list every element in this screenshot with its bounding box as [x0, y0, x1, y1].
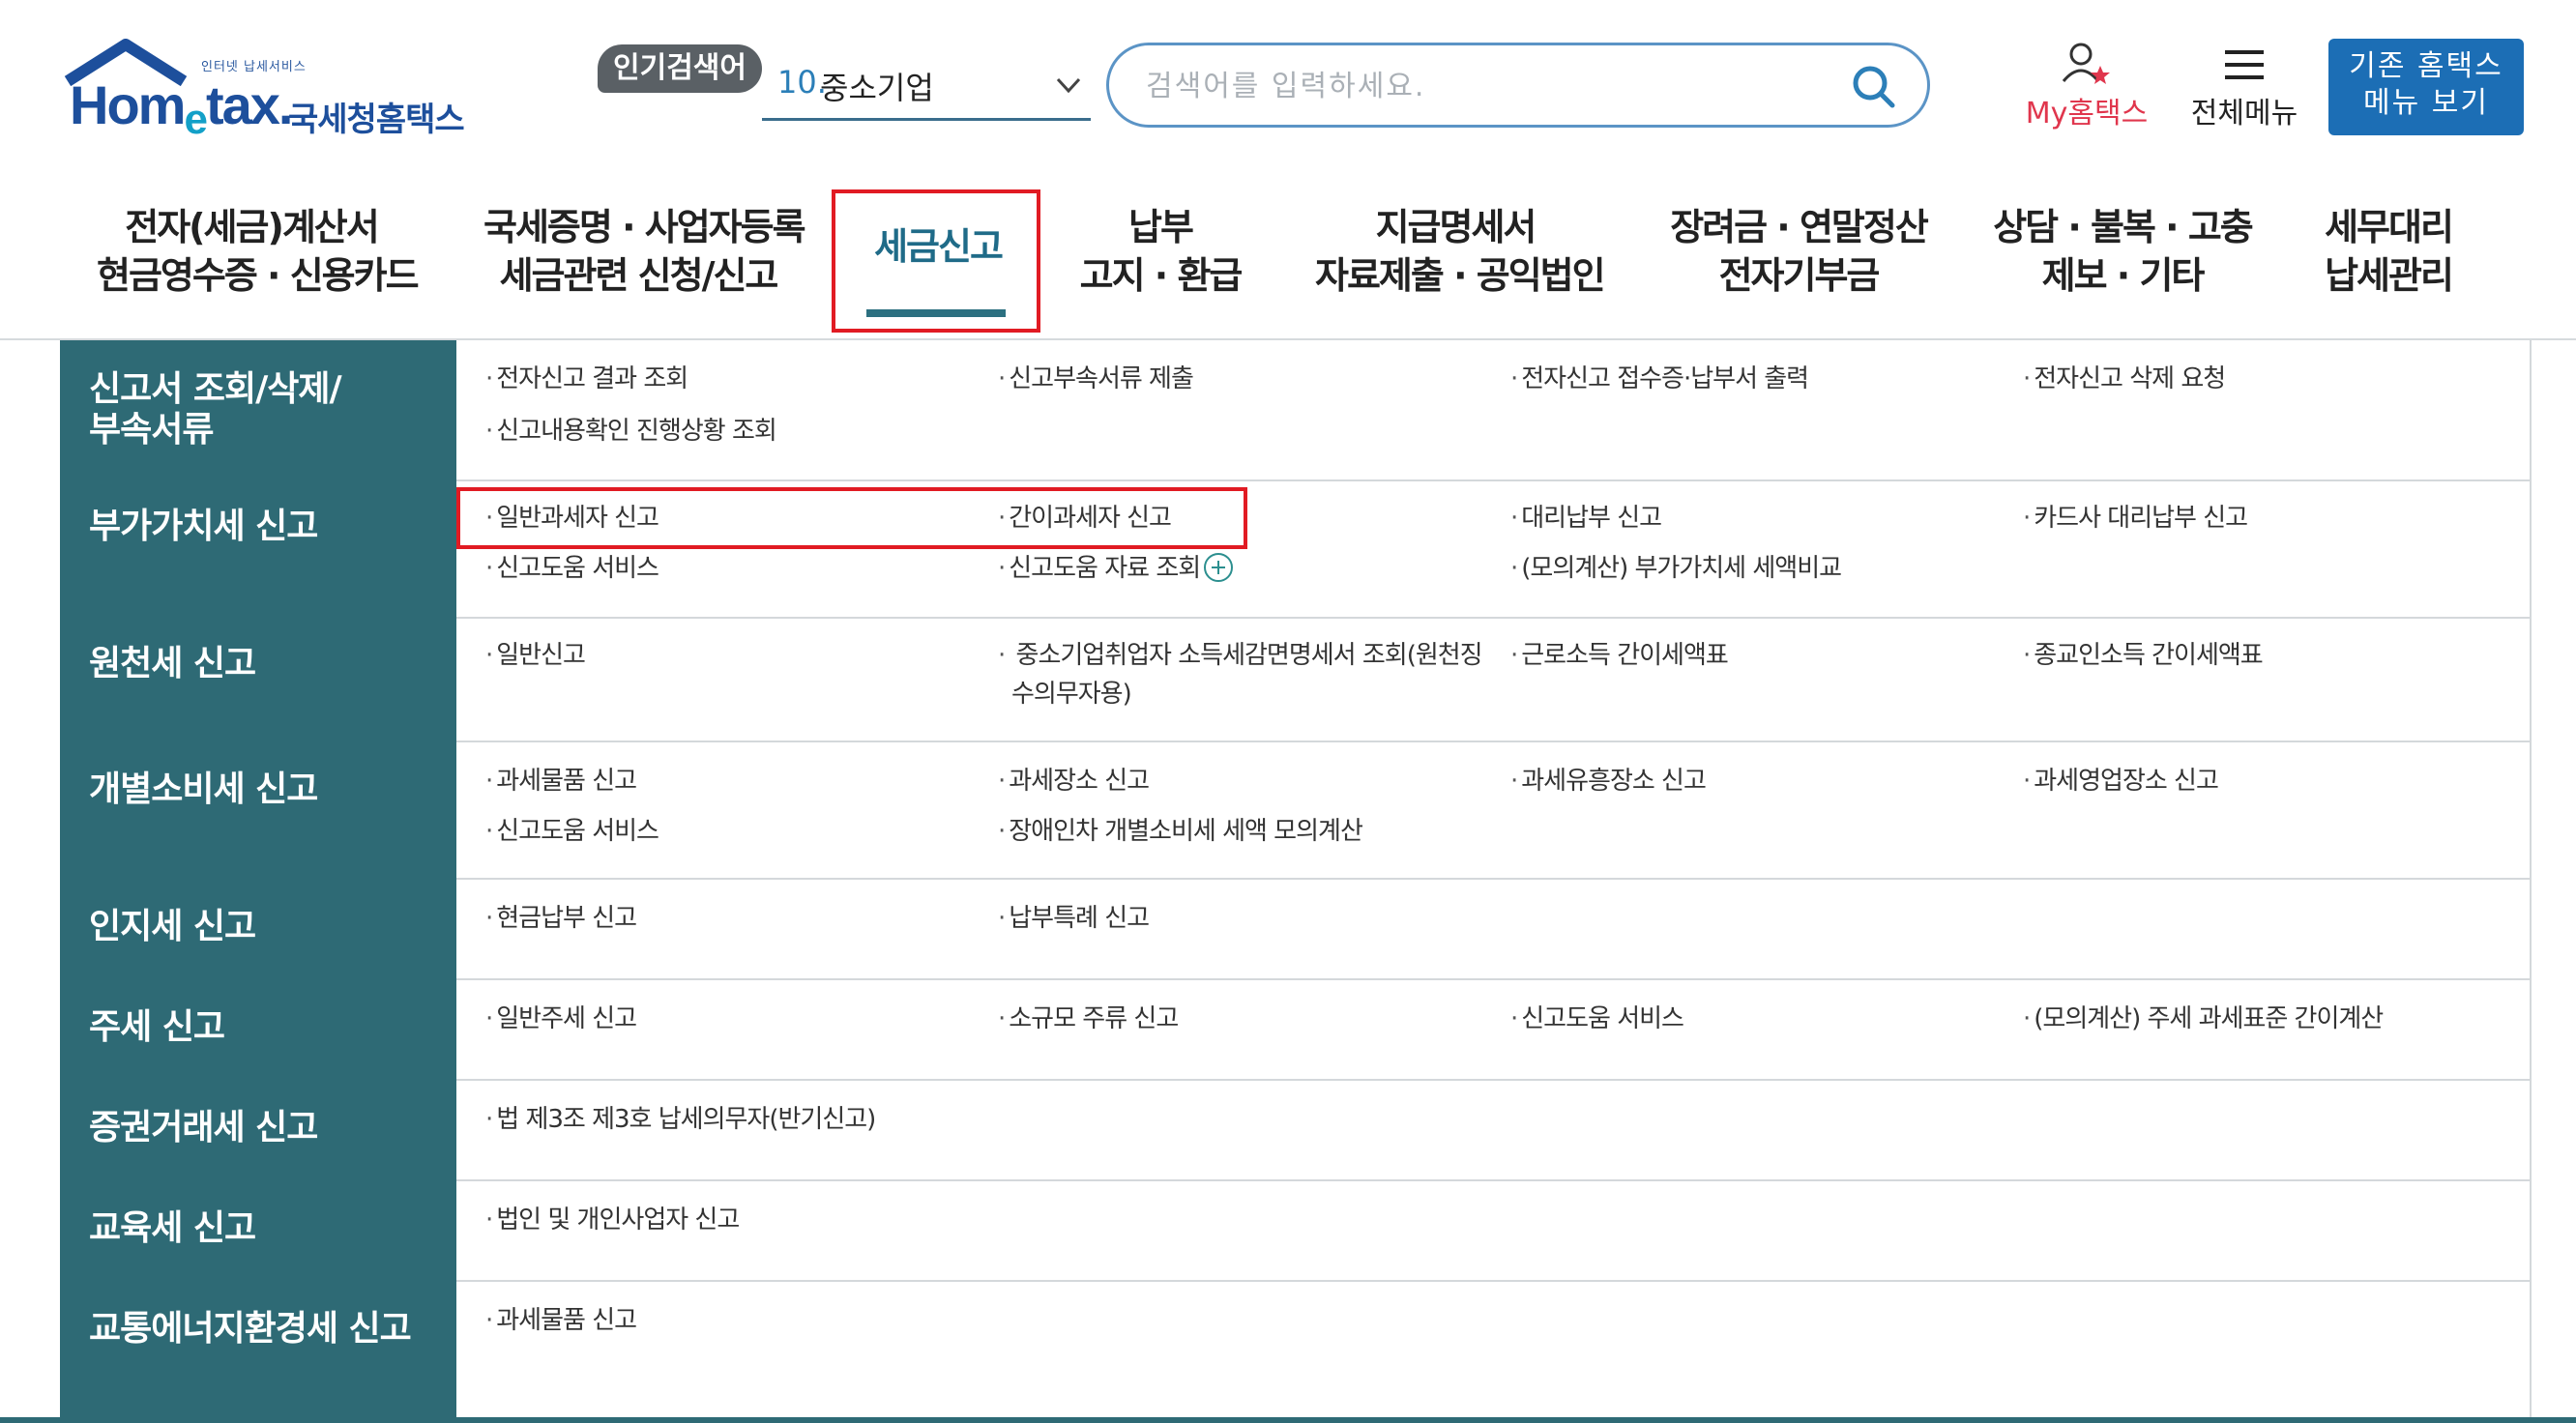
plus-circle-icon[interactable]: [1204, 552, 1234, 582]
menu-link[interactable]: 과세영업장소 신고: [2023, 762, 2219, 800]
row-divider: [456, 741, 2532, 742]
menu-link[interactable]: 근로소득 간이세액표: [1510, 636, 1729, 675]
search-input[interactable]: [1144, 63, 1805, 109]
menu-link[interactable]: (모의계산) 주세 과세표준 간이계산: [2023, 1000, 2384, 1038]
category-title[interactable]: 인지세 신고: [89, 907, 256, 947]
old-hometax-line1: 기존 홈택스: [2349, 49, 2503, 83]
category-title[interactable]: 교통에너지환경세 신고: [89, 1309, 412, 1350]
nav-payment[interactable]: 납부 고지 · 환급: [1073, 203, 1247, 300]
bottom-border: [0, 1417, 2576, 1423]
all-menu-button[interactable]: 전체메뉴: [2181, 43, 2307, 139]
nav-certificates[interactable]: 국세증명 · 사업자등록 세금관련 신청/신고: [483, 203, 806, 300]
chevron-down-icon: [1056, 77, 1081, 94]
nav-tax-agent[interactable]: 세무대리 납세관리: [2311, 203, 2466, 300]
old-hometax-line2: 메뉴 보기: [2363, 86, 2489, 120]
popular-keyword: 중소기업: [820, 70, 934, 106]
nav-consult[interactable]: 상담 · 불복 · 고충 제보 · 기타: [1992, 203, 2254, 300]
all-menu-label: 전체메뉴: [2190, 97, 2298, 131]
highlight-box-vat: [456, 487, 1247, 549]
menu-link[interactable]: 법인 및 개인사업자 신고: [485, 1201, 740, 1239]
row-divider: [456, 479, 2532, 481]
row-divider: [456, 878, 2532, 880]
table-right-border: [2530, 340, 2532, 1423]
logo-tagline: 인터넷 납세서비스: [201, 60, 307, 74]
search-icon[interactable]: [1850, 63, 1898, 111]
menu-link[interactable]: 전자신고 삭제 요청: [2023, 360, 2226, 398]
menu-link-with-expand[interactable]: 신고도움 자료 조회: [998, 549, 1234, 588]
row-divider: [456, 1179, 2532, 1181]
menu-link[interactable]: 전자신고 접수증·납부서 출력: [1510, 360, 1809, 398]
nav-e-invoice[interactable]: 전자(세금)계산서 현금영수증 · 신용카드: [97, 203, 420, 300]
main-nav: 전자(세금)계산서 현금영수증 · 신용카드 국세증명 · 사업자등록 세금관련 신…: [0, 180, 2576, 340]
menu-link[interactable]: 일반신고: [485, 636, 586, 675]
row-divider: [456, 1079, 2532, 1081]
menu-link[interactable]: 장애인차 개별소비세 세액 모의계산: [998, 812, 1363, 851]
menu-link[interactable]: 일반주세 신고: [485, 1000, 637, 1038]
menu-link[interactable]: 신고도움 서비스: [485, 812, 659, 851]
menu-link[interactable]: 납부특례 신고: [998, 899, 1150, 938]
tax-filing-menu: 신고서 조회/삭제/부속서류 전자신고 결과 조회 신고부속서류 제출 전자신고…: [60, 340, 2532, 1423]
category-column: [60, 340, 456, 1423]
menu-link[interactable]: 과세유흥장소 신고: [1510, 762, 1707, 800]
category-title[interactable]: 교육세 신고: [89, 1208, 256, 1249]
menu-link[interactable]: 종교인소득 간이세액표: [2023, 636, 2263, 675]
menu-link[interactable]: 신고부속서류 제출: [998, 360, 1194, 398]
menu-link[interactable]: 신고도움 서비스: [485, 549, 659, 588]
category-title[interactable]: 주세 신고: [89, 1007, 225, 1048]
logo-name: 국세청홈택스: [288, 101, 465, 139]
menu-link[interactable]: 카드사 대리납부 신고: [2023, 499, 2248, 537]
menu-link[interactable]: 전자신고 결과 조회: [485, 360, 688, 398]
menu-link[interactable]: 법 제3조 제3호 납세의무자(반기신고): [485, 1100, 876, 1139]
highlight-box-nav: [832, 189, 1040, 333]
header: 인터넷 납세서비스 Hometax. 국세청홈택스 인기검색어 10. 중소기업…: [0, 0, 2576, 164]
menu-link[interactable]: 신고내용확인 진행상황 조회: [485, 412, 777, 450]
hometax-logo[interactable]: 인터넷 납세서비스 Hometax. 국세청홈택스: [58, 39, 483, 143]
category-title[interactable]: 신고서 조회/삭제/부속서류: [89, 369, 342, 450]
menu-link[interactable]: 대리납부 신고: [1510, 499, 1662, 537]
row-divider: [456, 617, 2532, 619]
my-hometax-link[interactable]: My홈택스: [2019, 39, 2154, 135]
logo-wordmark: Hometax.: [70, 74, 293, 143]
menu-link[interactable]: 과세물품 신고: [485, 1301, 637, 1340]
menu-link[interactable]: 현금납부 신고: [485, 899, 637, 938]
category-title[interactable]: 부가가치세 신고: [89, 507, 318, 547]
popular-search-badge: 인기검색어: [598, 44, 762, 93]
old-hometax-menu-button[interactable]: 기존 홈택스 메뉴 보기: [2328, 39, 2524, 135]
category-title[interactable]: 증권거래세 신고: [89, 1108, 318, 1148]
category-title[interactable]: 개별소비세 신고: [89, 770, 318, 810]
nav-payment-statement[interactable]: 지급명세서 자료제출 · 공익법인: [1315, 203, 1606, 300]
category-title[interactable]: 원천세 신고: [89, 644, 256, 684]
menu-link[interactable]: 신고도움 서비스: [1510, 1000, 1684, 1038]
menu-link[interactable]: 중소기업취업자 소득세감면명세서 조회(원천징수의무자용): [998, 636, 1483, 713]
menu-link[interactable]: 과세물품 신고: [485, 762, 637, 800]
search-box: [1106, 43, 1930, 128]
hamburger-icon: [2225, 50, 2264, 79]
menu-link[interactable]: 소규모 주류 신고: [998, 1000, 1179, 1038]
user-star-icon: [2062, 43, 2110, 84]
menu-link[interactable]: (모의계산) 부가가치세 세액비교: [1510, 549, 1842, 588]
my-hometax-label: My홈택스: [2025, 97, 2149, 131]
popular-search-select[interactable]: 10. 중소기업: [762, 56, 1091, 121]
menu-link[interactable]: 과세장소 신고: [998, 762, 1150, 800]
row-divider: [456, 978, 2532, 980]
row-divider: [456, 1280, 2532, 1282]
nav-incentive[interactable]: 장려금 · 연말정산 전자기부금: [1663, 203, 1934, 300]
